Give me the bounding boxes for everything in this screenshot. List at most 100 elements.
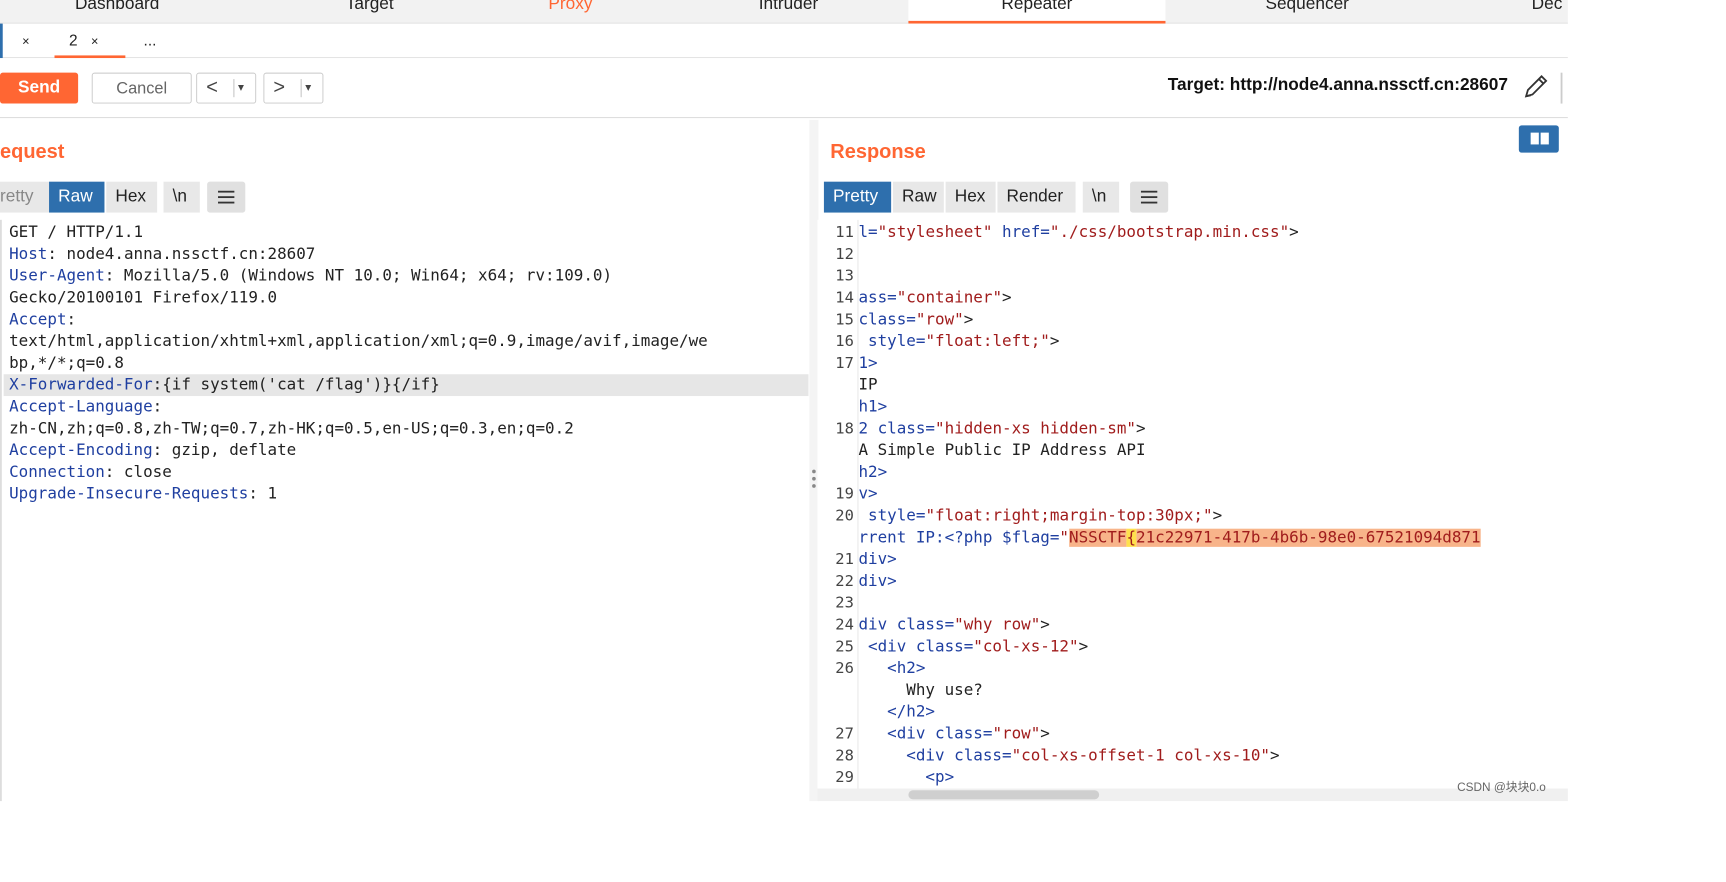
line-number: 28 bbox=[835, 746, 854, 765]
response-line: Why use? bbox=[858, 681, 983, 700]
flag-prefix: NSSCTF bbox=[1069, 528, 1127, 547]
pencil-icon[interactable] bbox=[1519, 71, 1552, 104]
chevron-left-icon: < bbox=[206, 75, 218, 99]
response-title: Response bbox=[830, 139, 926, 163]
subtab-more[interactable]: ... bbox=[144, 24, 180, 59]
response-line: h2> bbox=[858, 463, 888, 482]
line-number: 22 bbox=[835, 572, 854, 591]
tab-render[interactable]: Render bbox=[997, 181, 1076, 213]
request-line: Accept: bbox=[9, 310, 77, 329]
tab-target[interactable]: Target bbox=[273, 0, 467, 24]
line-number: 20 bbox=[835, 506, 854, 526]
response-line: h1> bbox=[858, 397, 888, 417]
line-number: 23 bbox=[835, 594, 854, 613]
line-number: 16 bbox=[835, 332, 854, 351]
tool-tabs: Dashboard Target Proxy Intruder Repeater… bbox=[0, 0, 1568, 24]
tab-proxy[interactable]: Proxy bbox=[472, 0, 668, 24]
line-number: 14 bbox=[835, 288, 854, 308]
tab-raw[interactable]: Raw bbox=[49, 181, 105, 213]
request-line: bp,*/*;q=0.8 bbox=[9, 354, 124, 373]
watermark: CSDN @块块0.o bbox=[1457, 780, 1546, 794]
close-icon[interactable]: × bbox=[91, 34, 98, 49]
response-line: <div class="col-xs-12"> bbox=[858, 637, 1089, 656]
line-number: 25 bbox=[835, 637, 854, 656]
line-number: 17 bbox=[835, 354, 854, 373]
subtab-2-label: 2 bbox=[69, 31, 78, 50]
subtab-1[interactable]: × bbox=[0, 23, 40, 59]
response-line: v> bbox=[858, 485, 878, 504]
flag-line: rrent IP:<?php $flag="NSSCTF{21c22971-41… bbox=[858, 528, 1481, 547]
horizontal-scrollbar[interactable] bbox=[817, 788, 1568, 802]
line-number: 12 bbox=[835, 245, 854, 264]
response-line: div> bbox=[858, 550, 897, 569]
response-editor[interactable]: 11 12 13 14 15 16 17 18 19 20 21 22 23 2… bbox=[817, 219, 1568, 802]
response-line: div> bbox=[858, 572, 897, 591]
line-number: 21 bbox=[835, 550, 854, 569]
response-line: <h2> bbox=[858, 659, 926, 678]
response-line: A Simple Public IP Address API bbox=[858, 441, 1146, 460]
line-number: 19 bbox=[835, 485, 854, 504]
tab-raw[interactable]: Raw bbox=[892, 181, 944, 213]
history-back-button[interactable]: < ▾ bbox=[196, 72, 257, 104]
request-line: Accept-Language: bbox=[9, 397, 163, 417]
response-line: <div class="row"> bbox=[858, 724, 1050, 744]
request-line: Gecko/20100101 Firefox/119.0 bbox=[9, 288, 278, 308]
menu-icon[interactable] bbox=[207, 181, 246, 213]
line-number: 29 bbox=[835, 768, 854, 787]
line-number: 24 bbox=[835, 615, 854, 635]
request-line: Host: node4.anna.nssctf.cn:28607 bbox=[9, 245, 316, 264]
response-line: div class="why row"> bbox=[858, 615, 1050, 635]
tab-repeater[interactable]: Repeater bbox=[908, 0, 1166, 24]
tab-hex[interactable]: Hex bbox=[945, 181, 996, 213]
tab-intruder[interactable]: Intruder bbox=[690, 0, 886, 24]
chevron-right-icon: > bbox=[273, 75, 286, 99]
line-number-gutter: 11 12 13 14 15 16 17 18 19 20 21 22 23 2… bbox=[817, 219, 859, 793]
divider bbox=[1560, 72, 1563, 104]
request-title: equest bbox=[0, 139, 65, 163]
target-label: Target: http://node4.anna.nssctf.cn:2860… bbox=[1167, 75, 1508, 95]
response-line: style="float:right;margin-top:30px;"> bbox=[858, 506, 1223, 526]
chevron-down-icon[interactable]: ▾ bbox=[238, 74, 244, 101]
tab-dashboard[interactable]: Dashboard bbox=[33, 0, 202, 24]
tab-hex[interactable]: Hex bbox=[106, 181, 158, 213]
response-line: IP bbox=[858, 376, 878, 395]
request-line: User-Agent: Mozilla/5.0 (Windows NT 10.0… bbox=[9, 267, 613, 286]
response-line: l="stylesheet" href="./css/bootstrap.min… bbox=[858, 223, 1299, 242]
tab-pretty[interactable]: Pretty bbox=[823, 181, 892, 213]
tab-newline[interactable]: \n bbox=[163, 181, 200, 213]
response-line: class="row"> bbox=[858, 310, 974, 329]
request-line: Connection: close bbox=[9, 463, 172, 482]
request-line: Accept-Encoding: gzip, deflate bbox=[9, 441, 297, 460]
line-number: 27 bbox=[835, 724, 854, 744]
history-forward-button[interactable]: > ▾ bbox=[263, 72, 324, 104]
menu-icon[interactable] bbox=[1130, 181, 1169, 213]
close-icon[interactable]: × bbox=[22, 34, 29, 49]
response-line: 1> bbox=[858, 354, 878, 373]
repeater-subtabs: × 2 × ... bbox=[0, 23, 1568, 59]
request-line: text/html,application/xhtml+xml,applicat… bbox=[9, 332, 708, 351]
cancel-button[interactable]: Cancel bbox=[91, 72, 192, 104]
separator bbox=[300, 79, 302, 98]
subtab-2[interactable]: 2 × bbox=[54, 24, 126, 59]
scroll-thumb[interactable] bbox=[908, 790, 1100, 800]
line-number: 15 bbox=[835, 310, 854, 329]
response-line: <div class="col-xs-offset-1 col-xs-10"> bbox=[858, 746, 1280, 765]
tab-pretty[interactable]: retty bbox=[0, 181, 50, 213]
flag-brace: { bbox=[1126, 528, 1137, 547]
response-line: ass="container"> bbox=[858, 288, 1012, 308]
chevron-down-icon[interactable]: ▾ bbox=[305, 74, 311, 101]
request-line: Upgrade-Insecure-Requests: 1 bbox=[9, 485, 278, 504]
toolbar: Send Cancel < ▾ > ▾ Target: http://node4… bbox=[0, 58, 1568, 119]
tab-decoder[interactable]: Dec bbox=[1526, 0, 1568, 24]
response-line: 2 class="hidden-xs hidden-sm"> bbox=[858, 419, 1146, 438]
separator bbox=[233, 79, 235, 98]
layout-toggle-icon[interactable] bbox=[1518, 125, 1559, 153]
request-editor[interactable]: GET / HTTP/1.1 Host: node4.anna.nssctf.c… bbox=[0, 219, 809, 802]
flag-value: 21c22971-417b-4b6b-98e0-67521094d871 bbox=[1136, 528, 1481, 547]
request-line: zh-CN,zh;q=0.8,zh-TW;q=0.7,zh-HK;q=0.5,e… bbox=[9, 419, 574, 438]
tab-newline[interactable]: \n bbox=[1082, 181, 1120, 213]
response-line: </h2> bbox=[858, 703, 936, 722]
line-number: 11 bbox=[835, 223, 854, 242]
send-button[interactable]: Send bbox=[0, 72, 79, 104]
tab-sequencer[interactable]: Sequencer bbox=[1199, 0, 1415, 24]
